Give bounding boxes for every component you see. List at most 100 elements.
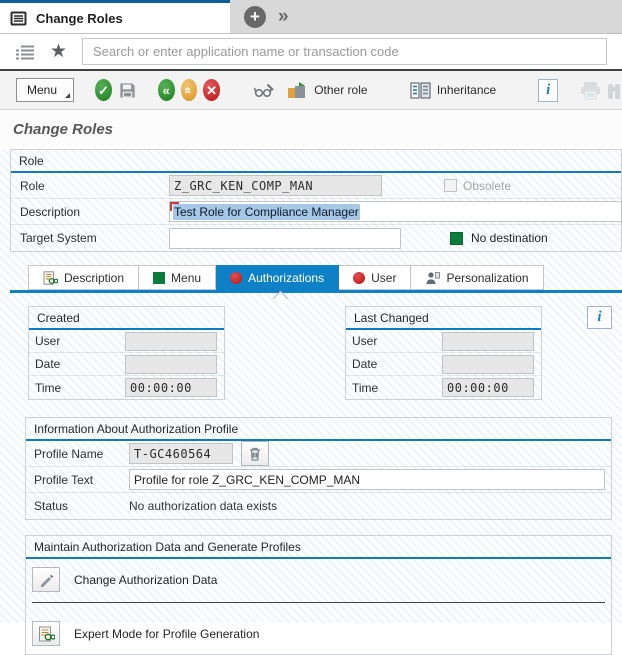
- change-auth-row: Change Authorization Data: [26, 559, 611, 599]
- role-box-title: Role: [11, 150, 621, 171]
- tab-menu[interactable]: Menu: [139, 265, 216, 290]
- delete-profile-button[interactable]: [241, 441, 269, 466]
- favorites-star-icon[interactable]: ★: [50, 42, 67, 61]
- results-list-icon[interactable]: [15, 44, 35, 60]
- back-icon[interactable]: «: [158, 79, 175, 101]
- application-toolbar: Menu ✓ « « ✕: [0, 71, 622, 110]
- exit-glyph: «: [182, 86, 195, 93]
- created-title: Created: [29, 307, 224, 328]
- destination-status-square: [450, 232, 463, 245]
- profile-group-box: Information About Authorization Profile …: [25, 417, 612, 520]
- tab-authorizations-label: Authorizations: [248, 271, 324, 285]
- profile-name-input[interactable]: [129, 443, 233, 464]
- browser-tab-change-roles[interactable]: Change Roles: [0, 0, 230, 33]
- sap-window: Change Roles + » ★ Menu ✓: [0, 0, 622, 623]
- profile-box-title: Information About Authorization Profile: [26, 418, 611, 439]
- description-value: Test Role for Compliance Manager: [173, 204, 360, 220]
- last-changed-time-input[interactable]: [442, 378, 534, 397]
- info-icon[interactable]: i: [538, 79, 557, 102]
- tab-menu-label: Menu: [171, 271, 201, 285]
- confirm-icon[interactable]: ✓: [95, 79, 112, 101]
- role-tabstrip: Description Menu Authorizations User: [28, 265, 622, 290]
- last-changed-user-input[interactable]: [442, 332, 534, 351]
- created-user-label: User: [35, 334, 125, 348]
- tab-user-label: User: [371, 271, 396, 285]
- created-time-row: Time: [29, 376, 224, 399]
- action-separator: [32, 602, 605, 603]
- tab-personalization-label: Personalization: [446, 271, 528, 285]
- last-changed-date-row: Date: [346, 353, 541, 376]
- expert-mode-label[interactable]: Expert Mode for Profile Generation: [74, 627, 259, 641]
- shell-bar: ★: [0, 34, 622, 71]
- last-changed-user-row: User: [346, 330, 541, 353]
- last-changed-date-input[interactable]: [442, 355, 534, 374]
- page-title: Change Roles: [0, 110, 622, 147]
- target-system-input[interactable]: [169, 228, 401, 249]
- expert-mode-button[interactable]: [32, 621, 60, 646]
- active-tab-notch: [273, 291, 289, 307]
- obsolete-checkbox[interactable]: [444, 179, 457, 192]
- description-input[interactable]: Test Role for Compliance Manager: [169, 201, 622, 222]
- created-lastchanged-row: Created User Date Time Last Changed: [28, 306, 622, 400]
- profile-status-label: Status: [34, 499, 129, 513]
- tab-user[interactable]: User: [339, 265, 411, 290]
- description-field-row: Description Test Role for Compliance Man…: [11, 199, 621, 225]
- red-status-icon: [353, 272, 365, 284]
- pencil-icon: [38, 572, 54, 588]
- role-input[interactable]: [169, 175, 382, 196]
- tab-title: Change Roles: [36, 11, 123, 26]
- menu-button[interactable]: Menu: [16, 78, 74, 102]
- inheritance-icon[interactable]: [410, 82, 431, 99]
- created-date-input[interactable]: [125, 355, 217, 374]
- created-time-input[interactable]: [125, 378, 217, 397]
- tab-overflow-icon[interactable]: »: [278, 7, 289, 26]
- created-date-row: Date: [29, 353, 224, 376]
- tab-authorizations[interactable]: Authorizations: [216, 265, 339, 290]
- maintain-box-title: Maintain Authorization Data and Generate…: [26, 536, 611, 557]
- save-icon[interactable]: [118, 81, 137, 100]
- tab-personalization[interactable]: Personalization: [411, 265, 543, 290]
- main-area: Role Role Obsolete Description Test Role…: [0, 149, 622, 623]
- other-role-icon[interactable]: [287, 81, 308, 100]
- profile-name-label: Profile Name: [34, 447, 129, 461]
- tab-description-label: Description: [64, 271, 124, 285]
- print-icon: [579, 81, 602, 100]
- scroll-glasses-icon: [43, 271, 58, 285]
- profile-text-input[interactable]: [129, 469, 605, 490]
- display-change-icon[interactable]: [253, 82, 275, 98]
- created-group-box: Created User Date Time: [28, 306, 225, 400]
- document-glasses-icon: [38, 626, 55, 642]
- created-user-input[interactable]: [125, 332, 217, 351]
- last-changed-time-row: Time: [346, 376, 541, 399]
- change-authorization-label[interactable]: Change Authorization Data: [74, 573, 217, 587]
- browser-tab-bar: Change Roles + »: [0, 0, 622, 34]
- tab-description[interactable]: Description: [28, 265, 139, 290]
- search-input[interactable]: [82, 38, 607, 65]
- cancel-icon[interactable]: ✕: [203, 79, 220, 101]
- target-system-label: Target System: [20, 231, 169, 245]
- last-changed-title: Last Changed: [346, 307, 541, 328]
- tab-actions: + »: [230, 0, 303, 33]
- last-changed-time-label: Time: [352, 381, 442, 395]
- last-changed-group-box: Last Changed User Date Time: [345, 306, 542, 400]
- tabstrip-underline: [10, 290, 622, 293]
- other-role-label[interactable]: Other role: [314, 83, 367, 97]
- created-user-row: User: [29, 330, 224, 353]
- person-icon: [425, 271, 440, 285]
- profile-text-row: Profile Text: [26, 467, 611, 493]
- trash-icon: [247, 446, 263, 462]
- obsolete-label: Obsolete: [463, 179, 511, 193]
- change-authorization-button[interactable]: [32, 567, 60, 592]
- profile-name-row: Profile Name: [26, 441, 611, 467]
- role-label: Role: [20, 179, 169, 193]
- last-changed-user-label: User: [352, 334, 442, 348]
- maintain-group-box: Maintain Authorization Data and Generate…: [25, 535, 612, 655]
- inheritance-label[interactable]: Inheritance: [437, 83, 496, 97]
- new-tab-icon[interactable]: +: [244, 6, 266, 28]
- green-square-icon: [153, 272, 165, 284]
- last-changed-date-label: Date: [352, 357, 442, 371]
- exit-icon[interactable]: «: [181, 79, 198, 101]
- profile-text-label: Profile Text: [34, 473, 129, 487]
- role-group-box: Role Role Obsolete Description Test Role…: [10, 149, 622, 252]
- section-info-icon[interactable]: i: [587, 306, 612, 329]
